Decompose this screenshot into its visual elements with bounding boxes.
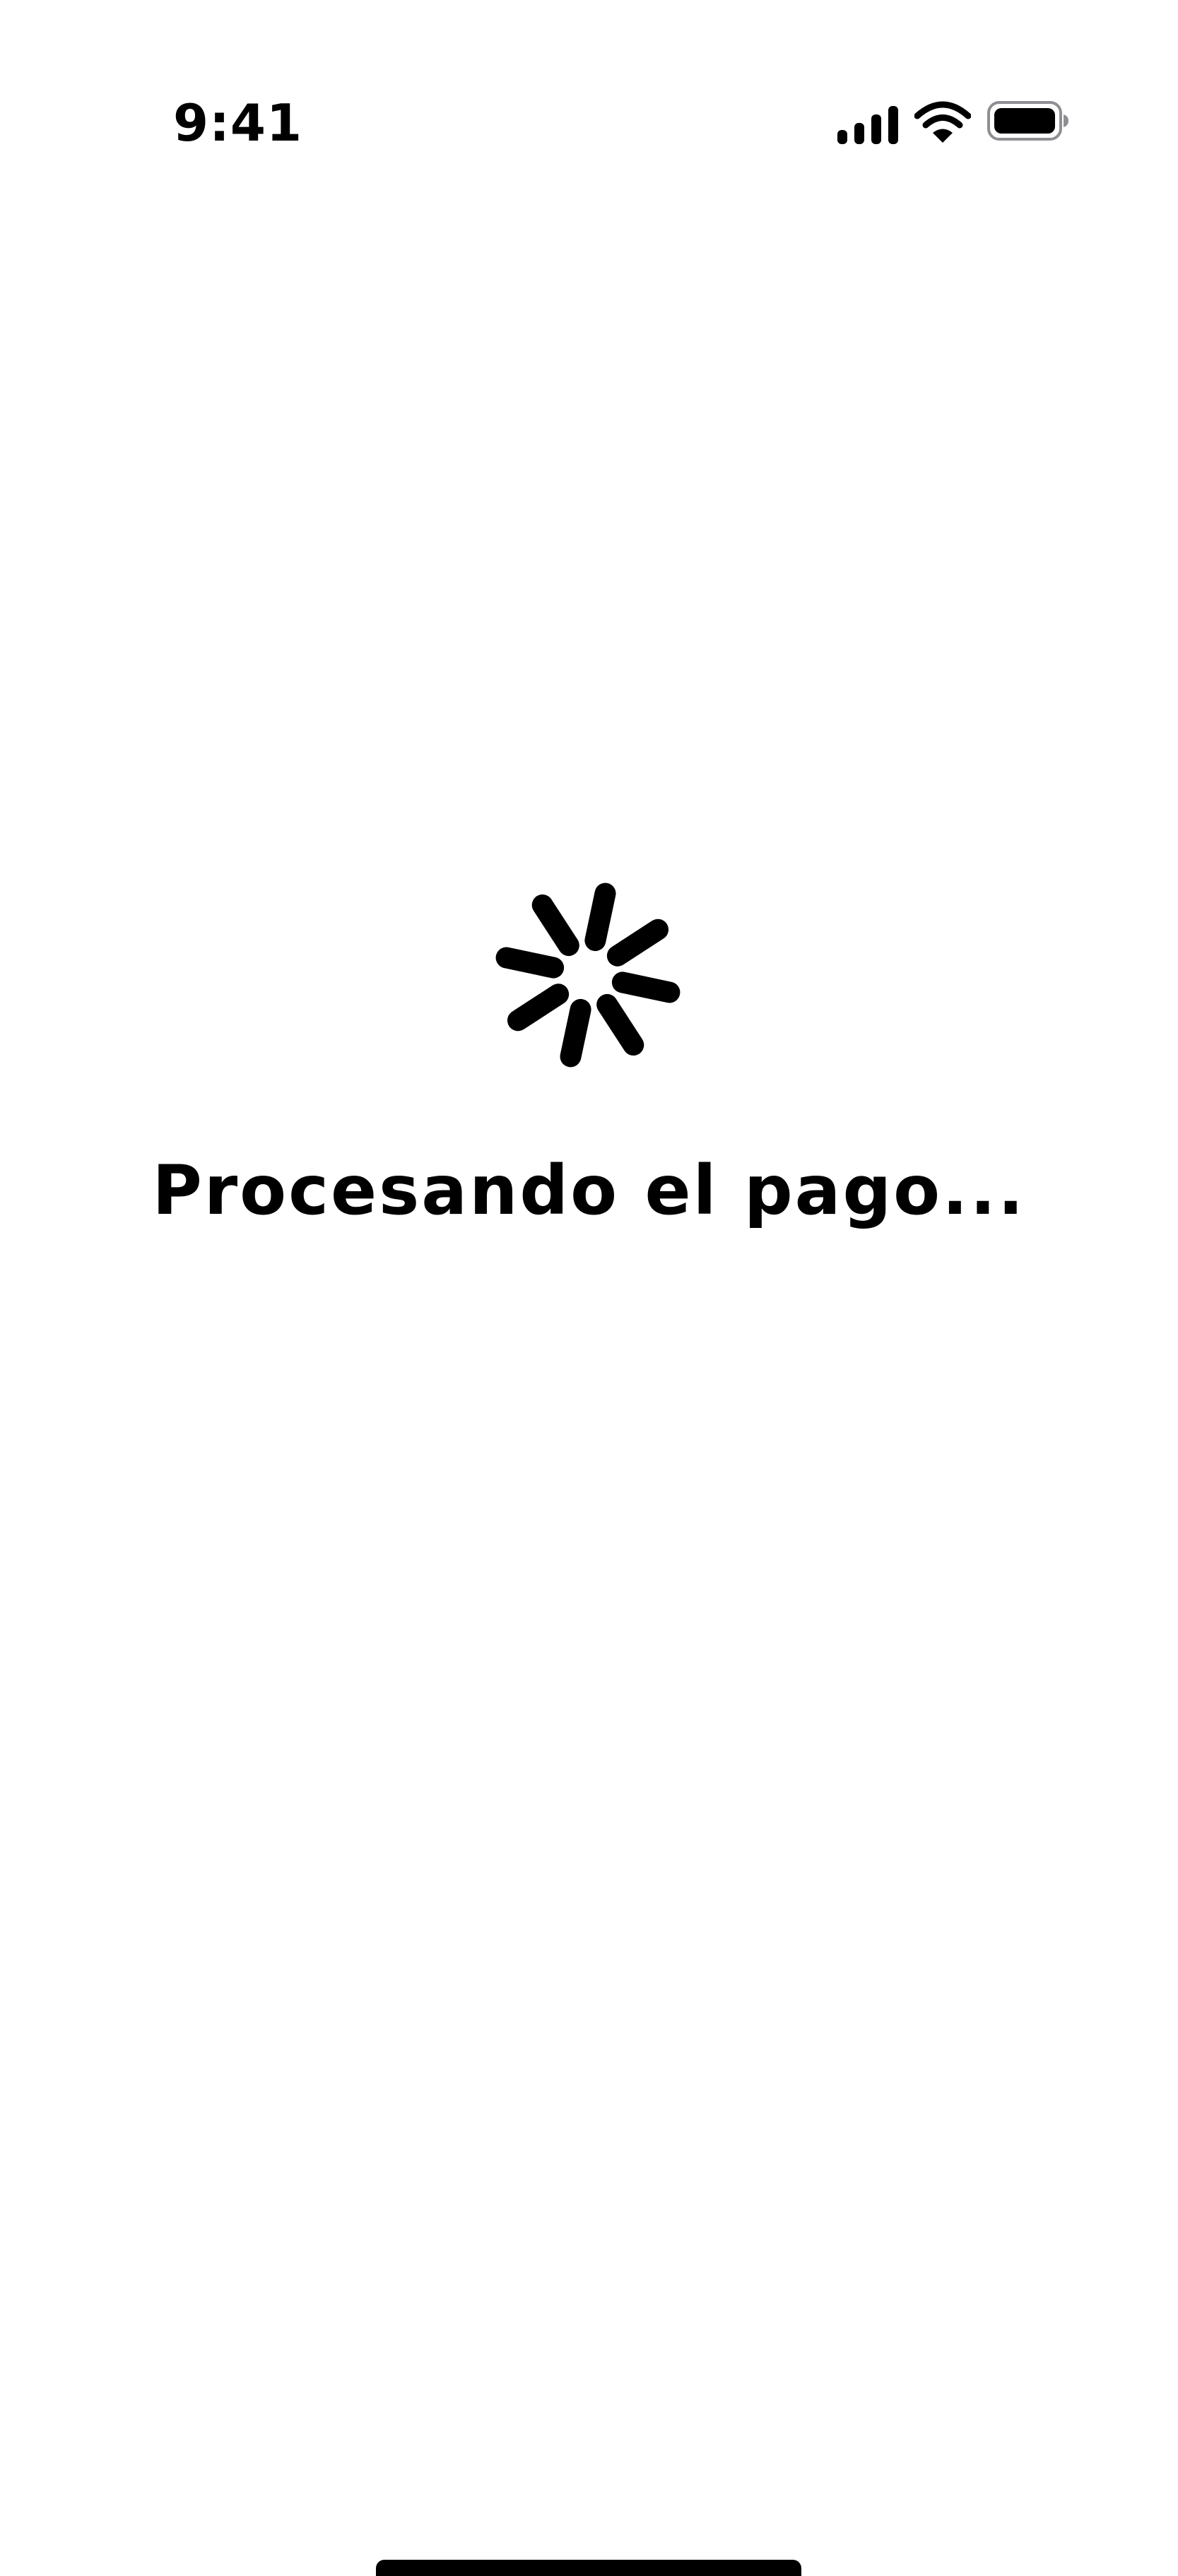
spinner-spoke bbox=[531, 894, 579, 957]
status-bar: 9:41 bbox=[0, 0, 1178, 184]
spinner-spoke bbox=[507, 983, 570, 1032]
wifi-icon bbox=[914, 101, 971, 143]
home-indicator bbox=[376, 2560, 801, 2576]
processing-payment-label: Procesando el pago... bbox=[152, 1151, 1026, 1230]
payment-processing-screen: 9:41 Procesando el pago... bbox=[0, 0, 1178, 2576]
status-icons bbox=[834, 99, 1074, 148]
cellular-signal-icon bbox=[837, 106, 898, 144]
spinner-spoke bbox=[611, 971, 681, 1003]
spinner-spoke bbox=[495, 947, 565, 979]
spinner-spoke bbox=[584, 882, 616, 952]
activity-spinner-icon bbox=[495, 882, 681, 1068]
spinner-spoke bbox=[596, 993, 644, 1056]
status-time: 9:41 bbox=[173, 93, 303, 153]
battery-icon bbox=[987, 101, 1068, 141]
loading-spinner bbox=[468, 855, 708, 1095]
spinner-spoke bbox=[606, 918, 668, 967]
spinner-spoke bbox=[560, 998, 591, 1068]
